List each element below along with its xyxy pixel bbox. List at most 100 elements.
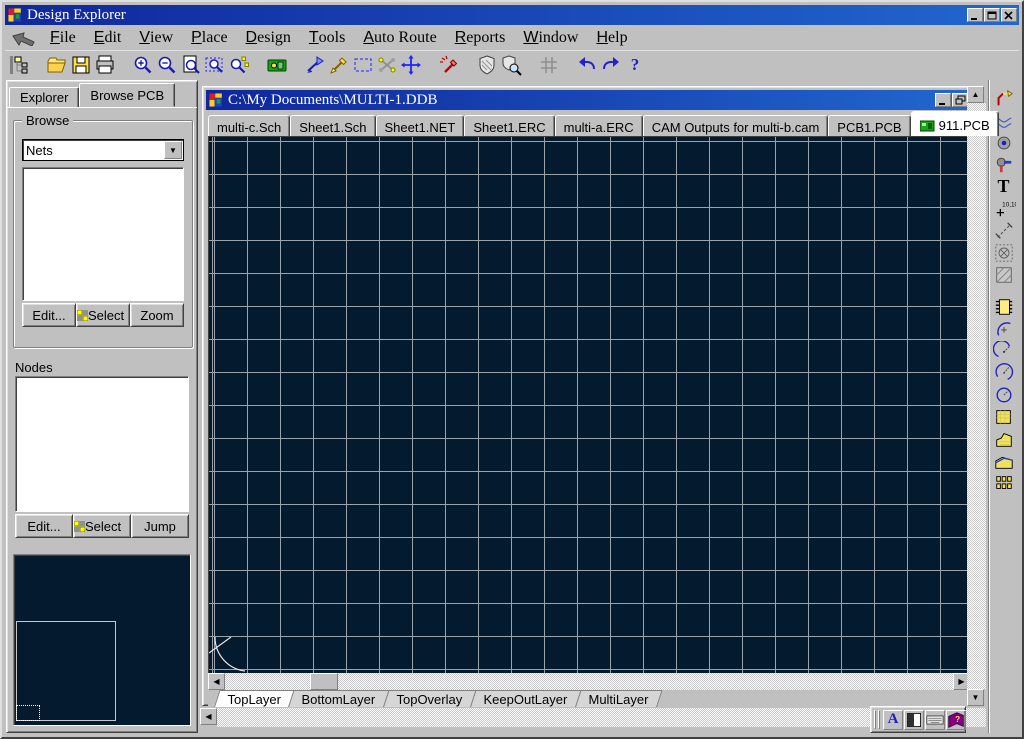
panel-tab-explorer[interactable]: Explorer	[9, 87, 79, 107]
select-area-button[interactable]	[351, 53, 375, 77]
svg-text:10,10: 10,10	[1002, 201, 1016, 208]
document-tab-pcb1-pcb[interactable]: PCB1.PCB	[828, 115, 910, 136]
menu-view[interactable]: View	[130, 28, 182, 48]
scrollbar-thumb[interactable]	[310, 673, 338, 690]
arc-by-center-button[interactable]	[992, 340, 1016, 361]
minimap-zoom-rect[interactable]	[16, 705, 40, 721]
document-minimize-button[interactable]	[935, 93, 951, 107]
browse-type-combobox[interactable]: Nets ▼	[22, 139, 184, 161]
document-tab-multi-c-sch[interactable]: multi-c.Sch	[208, 115, 290, 136]
toggle-explorer-panel-button[interactable]	[7, 53, 31, 77]
nodes-label: Nodes	[15, 360, 53, 375]
full-circle-button[interactable]	[992, 384, 1016, 405]
show-nets-button[interactable]	[375, 53, 399, 77]
layer-tab-bottomlayer[interactable]: BottomLayer	[287, 690, 390, 707]
place-coordinate-button[interactable]: 10,10	[992, 198, 1016, 219]
toolbar-grip[interactable]	[878, 710, 880, 729]
place-line-button[interactable]	[327, 53, 351, 77]
edit-track-button[interactable]	[303, 53, 327, 77]
save-document-button[interactable]	[69, 53, 93, 77]
minimize-button[interactable]	[967, 8, 983, 22]
nodes-list[interactable]	[15, 376, 189, 512]
place-component-button[interactable]	[992, 296, 1016, 317]
browse-edit-button[interactable]: Edit...	[22, 303, 76, 327]
zoom-out-button[interactable]	[155, 53, 179, 77]
browse-select-button[interactable]: Select	[76, 303, 130, 327]
interactive-routing-button[interactable]	[992, 88, 1016, 109]
layer-tab-topoverlay[interactable]: TopOverlay	[382, 690, 477, 707]
nets-list[interactable]	[22, 167, 184, 301]
toggle-grid-button[interactable]	[537, 53, 561, 77]
document-maximize-button[interactable]	[952, 93, 968, 107]
move-object-button[interactable]	[399, 53, 423, 77]
arc-any-angle-button[interactable]	[992, 362, 1016, 383]
zoom-area-button[interactable]	[203, 53, 227, 77]
scroll-down-button[interactable]: ▼	[967, 689, 984, 706]
wizard-button[interactable]	[437, 53, 461, 77]
layer-tab-toplayer[interactable]: TopLayer	[212, 690, 295, 707]
document-titlebar[interactable]: C:\My Documents\MULTI-1.DDB	[206, 90, 970, 110]
help-button[interactable]: ?	[623, 53, 647, 77]
layer-tab-keepoutlayer[interactable]: KeepOutLayer	[468, 690, 581, 707]
place-dimension-button[interactable]	[992, 220, 1016, 241]
print-button[interactable]	[93, 53, 117, 77]
design-rule-check-button[interactable]	[475, 53, 499, 77]
menu-auto-route[interactable]: Auto Route	[354, 28, 445, 48]
menu-arrow-icon[interactable]	[11, 29, 41, 47]
split-plane-button[interactable]	[992, 450, 1016, 471]
scrollbar-track[interactable]	[225, 673, 953, 690]
nodes-jump-button[interactable]: Jump	[131, 514, 189, 538]
titlebar[interactable]: Design Explorer	[5, 5, 1019, 25]
document-tab-sheet1-erc[interactable]: Sheet1.ERC	[464, 115, 554, 136]
redo-button[interactable]	[599, 53, 623, 77]
place-via-button[interactable]	[992, 154, 1016, 175]
font-button[interactable]: A	[883, 710, 903, 730]
undo-button[interactable]	[575, 53, 599, 77]
menu-window[interactable]: Window	[514, 28, 587, 48]
menu-edit[interactable]: Edit	[85, 28, 131, 48]
scrollbar-track[interactable]	[967, 103, 986, 689]
close-button[interactable]	[1001, 8, 1017, 22]
menu-place[interactable]: Place	[182, 28, 236, 48]
open-document-button[interactable]	[45, 53, 69, 77]
pad-array-button[interactable]	[992, 472, 1016, 493]
nodes-edit-button[interactable]: Edit...	[15, 514, 73, 538]
board-minimap[interactable]	[13, 554, 191, 726]
panel-toggle-button[interactable]	[904, 710, 924, 730]
zoom-point-button[interactable]	[227, 53, 251, 77]
zoom-document-button[interactable]	[179, 53, 203, 77]
document-tab-sheet1-net[interactable]: Sheet1.NET	[376, 115, 465, 136]
document-tab-multi-a-erc[interactable]: multi-a.ERC	[555, 115, 643, 136]
place-fill-button[interactable]	[992, 406, 1016, 427]
menu-tools[interactable]: Tools	[300, 28, 354, 48]
zoom-area-icon	[204, 54, 226, 76]
place-string-button[interactable]: T	[992, 176, 1016, 197]
browse-violations-button[interactable]	[499, 53, 523, 77]
menu-help[interactable]: Help	[587, 28, 636, 48]
document-tab-cam-outputs-for-multi-b-cam[interactable]: CAM Outputs for multi-b.cam	[643, 115, 829, 136]
scroll-left-button[interactable]: ◀	[208, 673, 225, 690]
menu-file[interactable]: File	[41, 28, 85, 48]
combobox-dropdown-button[interactable]: ▼	[164, 141, 182, 159]
menu-reports[interactable]: Reports	[446, 28, 515, 48]
pcb-canvas[interactable]	[208, 136, 970, 673]
document-tab-sheet1-sch[interactable]: Sheet1.Sch	[290, 115, 375, 136]
browse-zoom-button[interactable]: Zoom	[130, 303, 184, 327]
polygon-plane-button[interactable]	[992, 428, 1016, 449]
scroll-left-button[interactable]: ◀	[200, 708, 217, 725]
layer-tab-multilayer[interactable]: MultiLayer	[573, 690, 662, 707]
arc-by-edge-button[interactable]	[992, 318, 1016, 339]
help-book-button[interactable]: ?	[946, 710, 966, 730]
document-tab-911-pcb[interactable]: 911.PCB	[911, 111, 999, 136]
nodes-select-button[interactable]: Select	[73, 514, 131, 538]
menu-design[interactable]: Design	[237, 28, 300, 48]
browse-library-button[interactable]	[265, 53, 289, 77]
panel-tab-browse-pcb[interactable]: Browse PCB	[79, 83, 175, 107]
scroll-up-button[interactable]: ▲	[967, 86, 984, 103]
maximize-button[interactable]	[984, 8, 1000, 22]
toolbar-grip[interactable]	[874, 710, 876, 729]
keyboard-button[interactable]	[925, 710, 945, 730]
place-hatched-fill-button[interactable]	[992, 264, 1016, 285]
place-keepout-button[interactable]	[992, 242, 1016, 263]
zoom-in-button[interactable]	[131, 53, 155, 77]
